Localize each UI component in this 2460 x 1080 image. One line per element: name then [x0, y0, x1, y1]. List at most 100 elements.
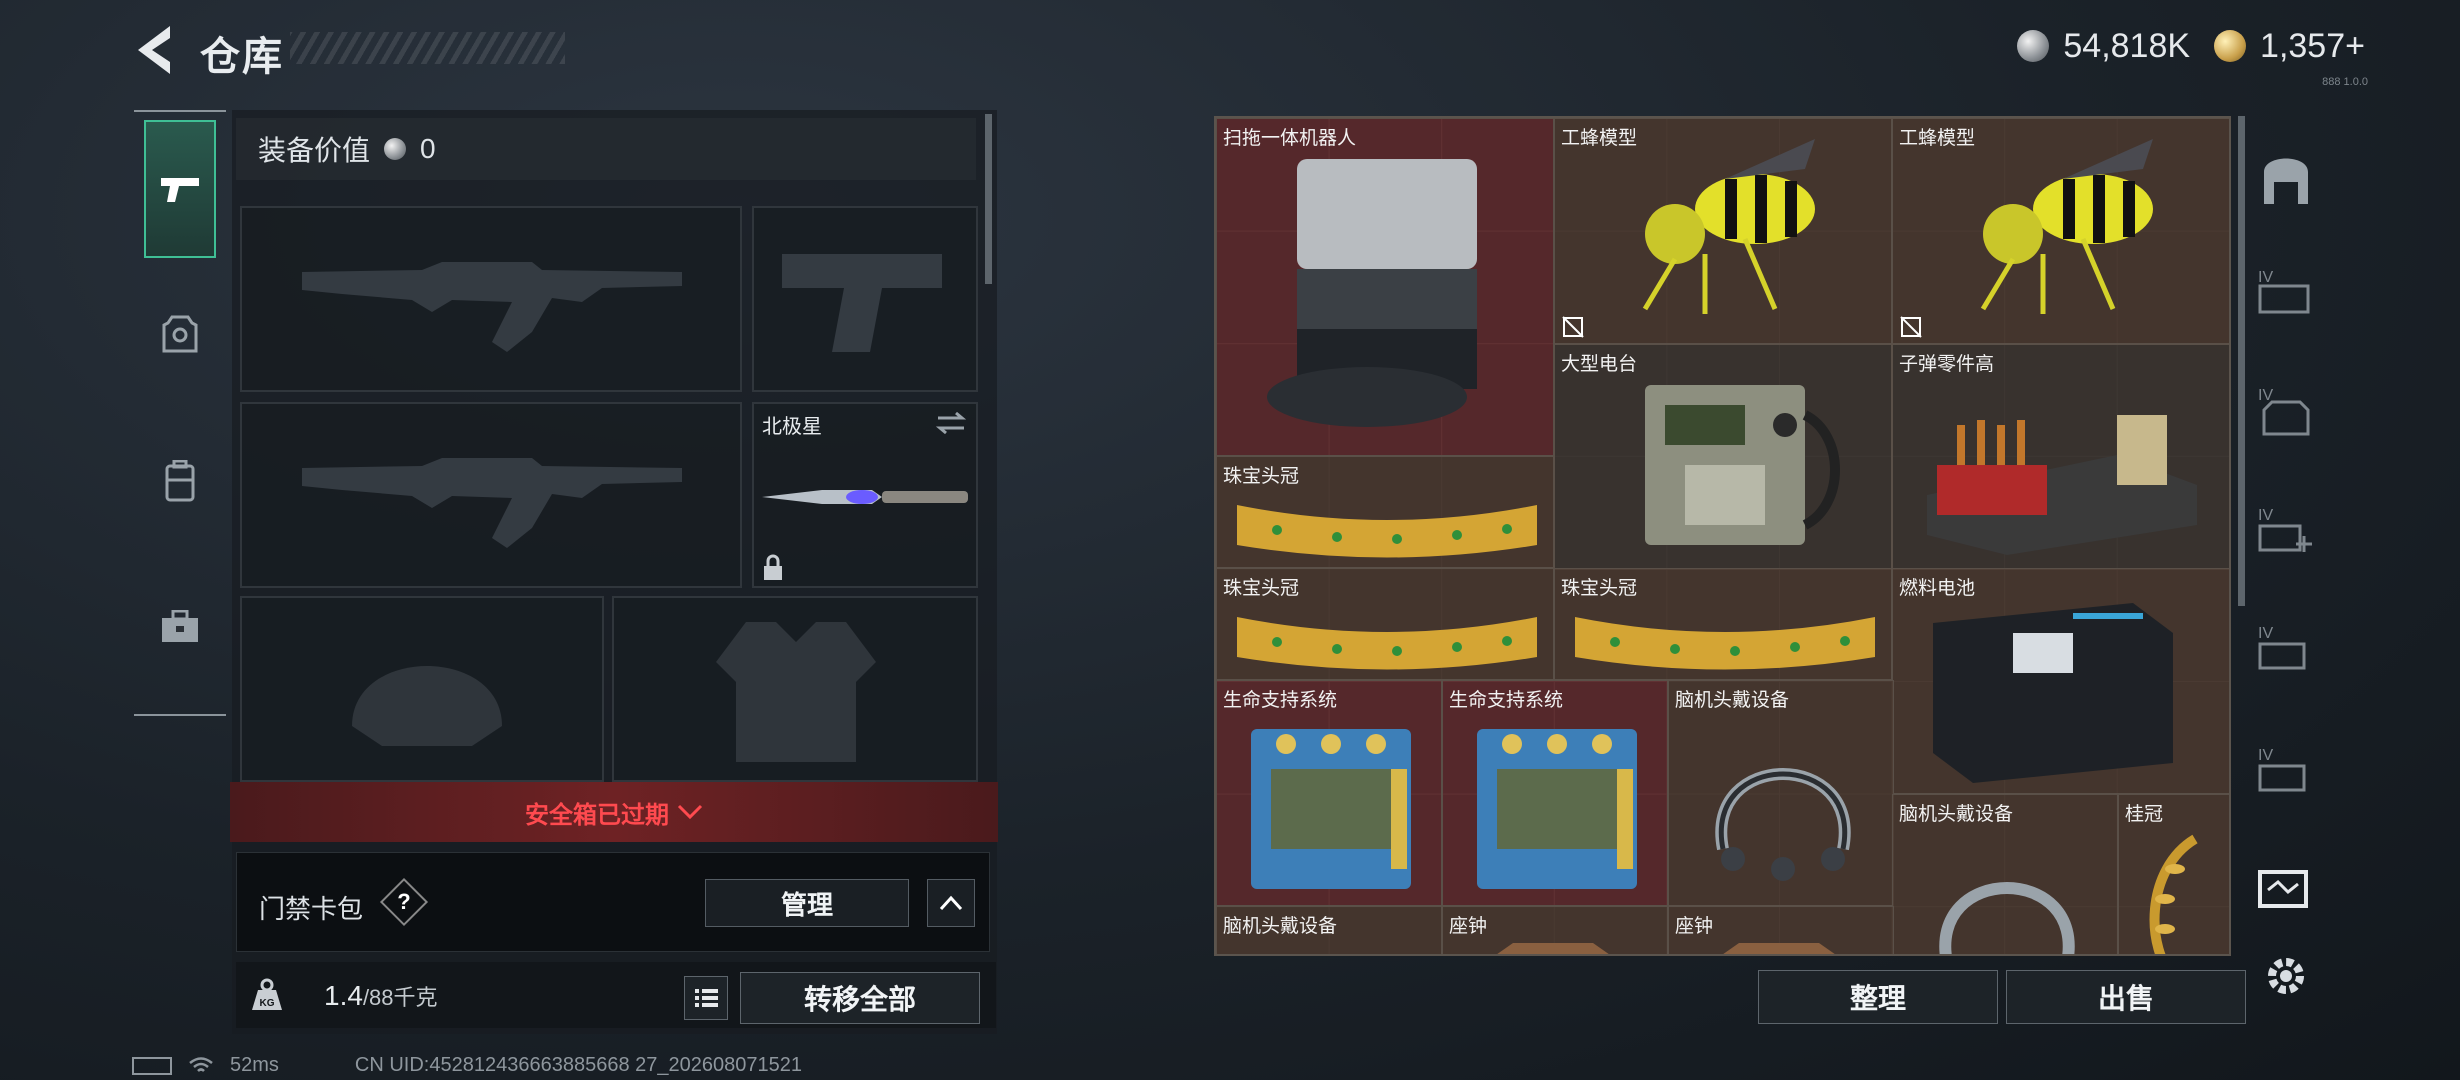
equipment-value-label: 装备价值 — [258, 135, 371, 166]
backpack-icon — [165, 460, 195, 502]
secondary-weapon-slot[interactable] — [240, 402, 742, 588]
item-name: 大型电台 — [1561, 354, 1638, 375]
item-name: 珠宝头冠 — [1561, 578, 1638, 599]
wifi-icon — [189, 1056, 213, 1072]
silver-coin-icon — [2017, 30, 2050, 62]
svg-text:IV: IV — [2258, 625, 2273, 642]
currency-display[interactable]: 54,818K 1,357+ — [2017, 26, 2365, 66]
storage-item[interactable]: 脑机头戴设备 — [1216, 906, 1442, 954]
storage-item[interactable]: 大型电台 — [1554, 344, 1892, 570]
weight-current: 1.4 — [324, 980, 363, 1011]
storage-tab-armor-icon[interactable]: IV — [2254, 380, 2318, 440]
primary-weapon-slot[interactable] — [240, 206, 742, 392]
item-name: 珠宝头冠 — [1223, 578, 1300, 599]
storage-item[interactable]: 工蜂模型 — [1892, 118, 2229, 344]
storage-item[interactable]: 工蜂模型 — [1554, 118, 1892, 344]
storage-tab-medical-icon[interactable]: IV — [2254, 500, 2318, 560]
storage-tab-ammo-icon[interactable]: IV — [2254, 618, 2318, 678]
helmet-silhouette-icon — [352, 666, 502, 746]
page-title: 仓库 — [200, 35, 284, 79]
storage-item[interactable]: 燃料电池 — [1892, 568, 2229, 794]
weight-bar: KG 1.4/88千克 转移全部 — [236, 962, 996, 1028]
keycard-bag: 门禁卡包 ? 管理 — [236, 852, 990, 952]
sidebar-item-weapons[interactable] — [144, 120, 216, 258]
ping-text: 52ms — [230, 1054, 279, 1076]
kg-icon-text: KG — [260, 998, 275, 1009]
life-support-icon — [1477, 729, 1637, 889]
knife-icon — [762, 490, 968, 504]
status-footer: 52ms CN UID:452812436663885668 27_202608… — [132, 1054, 802, 1077]
storage-item[interactable]: 生命支持系统 — [1216, 680, 1442, 906]
storage-item[interactable]: 桂冠 — [2118, 794, 2229, 954]
help-icon-text: ? — [397, 889, 411, 914]
sort-button[interactable]: 整理 — [1758, 970, 1998, 1024]
storage-tab-collection-icon[interactable] — [2254, 860, 2318, 920]
jewel-crown-icon — [1237, 505, 1537, 558]
storage-item[interactable]: 脑机头戴设备 — [1668, 680, 1894, 906]
storage-tab-misc-icon[interactable]: IV — [2254, 740, 2318, 800]
version-text: 888 1.0.0 — [2322, 76, 2368, 88]
back-arrow-icon[interactable] — [130, 22, 180, 78]
settings-gear-icon[interactable] — [2262, 952, 2310, 1000]
rifle-silhouette-icon — [302, 458, 682, 548]
equipment-value-amount: 0 — [420, 133, 436, 164]
melee-name: 北极星 — [762, 416, 822, 438]
title-decoration — [290, 32, 565, 64]
battery-icon — [132, 1056, 172, 1075]
table-clock-icon — [1497, 943, 1609, 954]
item-name: 子弹零件高 — [1899, 354, 1995, 375]
melee-slot[interactable]: 北极星 — [752, 402, 978, 588]
item-name: 生命支持系统 — [1449, 690, 1564, 711]
sell-button[interactable]: 出售 — [2006, 970, 2246, 1024]
sidebar-item-toolbox[interactable] — [144, 558, 216, 696]
loadout-sidebar — [134, 110, 226, 716]
storage-item[interactable]: 座钟 — [1668, 906, 1894, 954]
pistol-slot[interactable] — [752, 206, 978, 392]
storage-item[interactable]: 座钟 — [1442, 906, 1668, 954]
svg-text:IV: IV — [2258, 747, 2273, 764]
jewel-crown-icon — [1575, 617, 1875, 670]
sidebar-item-armor[interactable] — [144, 266, 216, 404]
safe-box-expired-banner[interactable]: 安全箱已过期 — [230, 782, 998, 842]
loadout-scrollbar[interactable] — [985, 114, 992, 284]
table-clock-icon — [1723, 943, 1835, 954]
list-view-button[interactable] — [684, 976, 728, 1020]
item-name: 珠宝头冠 — [1223, 466, 1300, 487]
weight-readout: 1.4/88千克 — [324, 980, 438, 1012]
pistol-icon — [161, 178, 199, 202]
gold-coin-icon — [2214, 30, 2247, 62]
weight-max: /88千克 — [362, 985, 438, 1010]
item-name: 生命支持系统 — [1223, 690, 1338, 711]
storage-grid[interactable]: 扫拖一体机器人 工蜂模型 工蜂模型 大型电台 子弹零件高 珠宝头冠 珠宝头冠 珠… — [1214, 116, 2231, 956]
help-icon[interactable]: ? — [379, 877, 429, 927]
equipment-value: 装备价值 0 — [236, 118, 976, 180]
storage-item[interactable]: 扫拖一体机器人 — [1216, 118, 1554, 456]
laurel-crown-icon — [2149, 834, 2198, 954]
svg-text:IV: IV — [2258, 269, 2273, 286]
fuel-cell-icon — [1933, 603, 2173, 783]
manage-button[interactable]: 管理 — [705, 879, 909, 927]
armor-icon — [162, 315, 198, 353]
storage-item[interactable]: 珠宝头冠 — [1216, 568, 1554, 680]
storage-item[interactable]: 生命支持系统 — [1442, 680, 1668, 906]
silver-coin-icon — [384, 138, 407, 160]
bee-model-icon — [1980, 139, 2153, 314]
storage-item[interactable]: 脑机头戴设备 — [1892, 794, 2118, 954]
no-insurance-icon — [1900, 316, 1922, 338]
transfer-all-button[interactable]: 转移全部 — [740, 972, 980, 1024]
expand-button[interactable] — [927, 879, 975, 927]
storage-scrollbar[interactable] — [2238, 116, 2245, 606]
jewel-crown-icon — [1237, 617, 1537, 670]
storage-item[interactable]: 珠宝头冠 — [1216, 456, 1554, 568]
storage-tab-main-icon[interactable] — [2254, 150, 2318, 210]
helmet-slot[interactable] — [240, 596, 604, 782]
storage-item[interactable]: 珠宝头冠 — [1554, 568, 1892, 680]
sidebar-item-backpack[interactable] — [144, 412, 216, 550]
storage-item[interactable]: 子弹零件高 — [1892, 344, 2229, 570]
swap-icon[interactable] — [934, 412, 968, 434]
no-insurance-icon — [1562, 316, 1584, 338]
storage-tab-4-icon[interactable]: IV — [2254, 262, 2318, 322]
body-armor-slot[interactable] — [612, 596, 978, 782]
item-name: 桂冠 — [2125, 804, 2164, 825]
item-name: 脑机头戴设备 — [1899, 804, 2014, 825]
